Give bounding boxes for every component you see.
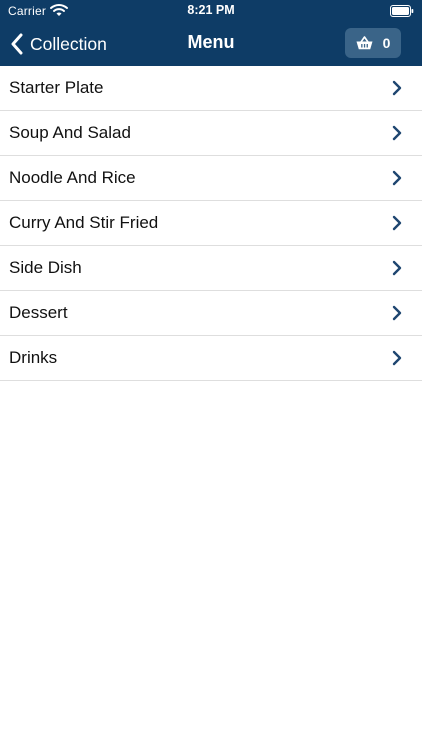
chevron-right-icon [392, 305, 402, 321]
cart-count: 0 [382, 35, 391, 51]
menu-screen: Carrier 8:21 PM Collection Menu 0 Starte… [0, 0, 422, 750]
cart-button[interactable]: 0 [345, 28, 401, 58]
chevron-right-icon [392, 350, 402, 366]
menu-item-curry-and-stir-fried[interactable]: Curry And Stir Fried [0, 201, 422, 246]
chevron-right-icon [392, 215, 402, 231]
menu-item-label: Dessert [9, 303, 68, 322]
menu-item-soup-and-salad[interactable]: Soup And Salad [0, 111, 422, 156]
menu-item-label: Curry And Stir Fried [9, 213, 159, 232]
chevron-right-icon [392, 170, 402, 186]
back-label: Collection [30, 33, 107, 54]
menu-list: Starter Plate Soup And Salad Noodle And … [0, 66, 422, 381]
chevron-left-icon [11, 33, 23, 55]
chevron-right-icon [392, 260, 402, 276]
menu-item-starter-plate[interactable]: Starter Plate [0, 66, 422, 111]
chevron-right-icon [392, 125, 402, 141]
navigation-bar: Collection Menu 0 [0, 22, 422, 66]
chevron-right-icon [392, 80, 402, 96]
menu-item-label: Starter Plate [9, 78, 104, 97]
clock: 8:21 PM [187, 3, 235, 17]
status-bar: Carrier 8:21 PM [0, 0, 422, 22]
menu-item-label: Side Dish [9, 258, 82, 277]
basket-icon [356, 36, 373, 50]
header: Carrier 8:21 PM Collection Menu 0 [0, 0, 422, 66]
menu-item-label: Noodle And Rice [9, 168, 136, 187]
battery-icon [390, 5, 414, 17]
menu-item-drinks[interactable]: Drinks [0, 336, 422, 381]
menu-item-label: Soup And Salad [9, 123, 131, 142]
back-button[interactable]: Collection [10, 30, 107, 58]
menu-item-label: Drinks [9, 348, 58, 367]
menu-item-dessert[interactable]: Dessert [0, 291, 422, 336]
menu-item-side-dish[interactable]: Side Dish [0, 246, 422, 291]
menu-item-noodle-and-rice[interactable]: Noodle And Rice [0, 156, 422, 201]
